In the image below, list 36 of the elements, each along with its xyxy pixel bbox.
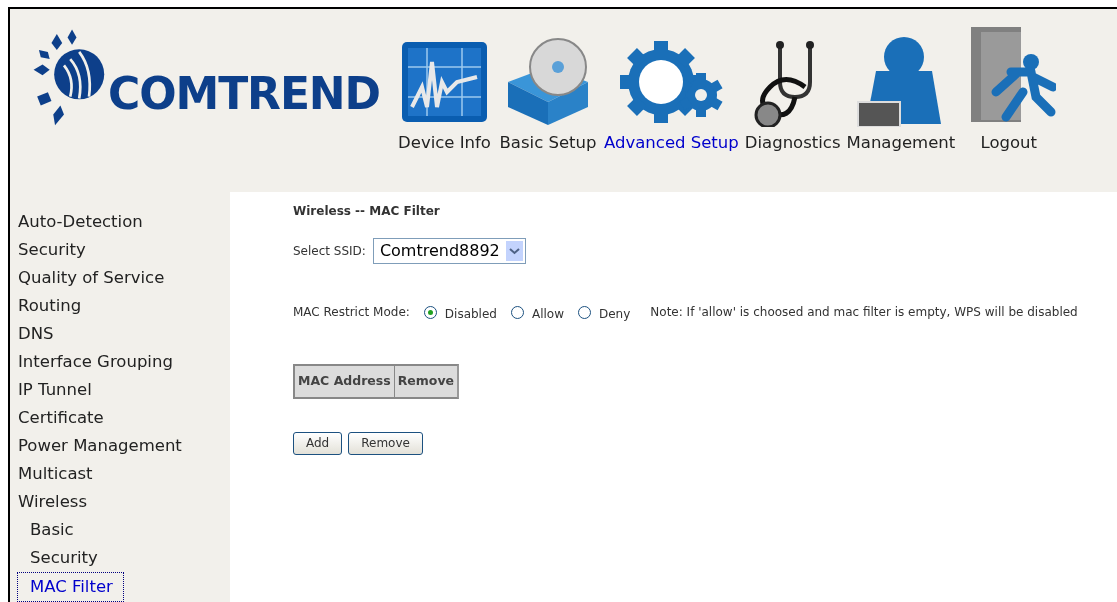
- nav-link[interactable]: Advanced Setup: [604, 131, 739, 156]
- action-button[interactable]: Remove: [348, 431, 423, 455]
- sidebar-item[interactable]: MAC Filter: [17, 572, 124, 602]
- radio-label: Allow: [531, 306, 564, 323]
- nav-link[interactable]: Logout: [980, 131, 1037, 156]
- sidebar-item[interactable]: Power Management: [18, 432, 182, 460]
- nav-link[interactable]: Diagnostics: [744, 131, 841, 156]
- sidebar-item[interactable]: Security: [18, 236, 86, 264]
- sidebar-item[interactable]: Certificate: [18, 404, 104, 432]
- radio-button[interactable]: [578, 305, 591, 319]
- logo-wordmark: COMTREND: [108, 72, 380, 116]
- page-title: Wireless -- MAC Filter: [293, 203, 440, 220]
- sidebar-item[interactable]: Basic: [18, 516, 84, 544]
- sidebar-item[interactable]: IP Tunnel: [18, 376, 92, 404]
- note-text: Note: If 'allow' is choosed and mac filter is empty, WPS will be disabled: [650, 304, 1078, 321]
- field-label: Select SSID:: [293, 243, 366, 260]
- sidebar-item[interactable]: Wireless: [18, 488, 88, 516]
- radio-label: Disabled: [444, 306, 497, 323]
- nav-link[interactable]: Management: [846, 131, 956, 156]
- radio-button[interactable]: [423, 305, 437, 319]
- sidebar-item[interactable]: Quality of Service: [18, 264, 165, 292]
- ssid-select[interactable]: Comtrend8892: [372, 238, 526, 264]
- radio-button[interactable]: [510, 305, 524, 319]
- radio-label: Deny: [599, 306, 631, 323]
- sidebar-item[interactable]: DNS: [18, 320, 54, 348]
- sidebar-item[interactable]: Auto-Detection: [18, 208, 143, 236]
- field-label: MAC Restrict Mode:: [293, 304, 410, 321]
- sidebar-item[interactable]: Security: [18, 544, 108, 572]
- sidebar-item[interactable]: Routing: [18, 292, 82, 320]
- action-button[interactable]: Add: [293, 431, 343, 455]
- column-header: Remove: [393, 366, 458, 397]
- sidebar-item[interactable]: Interface Grouping: [18, 348, 173, 376]
- nav-link[interactable]: Device Info: [398, 131, 491, 156]
- sidebar-item[interactable]: Multicast: [18, 460, 93, 488]
- column-header: MAC Address: [297, 372, 392, 390]
- nav-link[interactable]: Basic Setup: [499, 131, 597, 156]
